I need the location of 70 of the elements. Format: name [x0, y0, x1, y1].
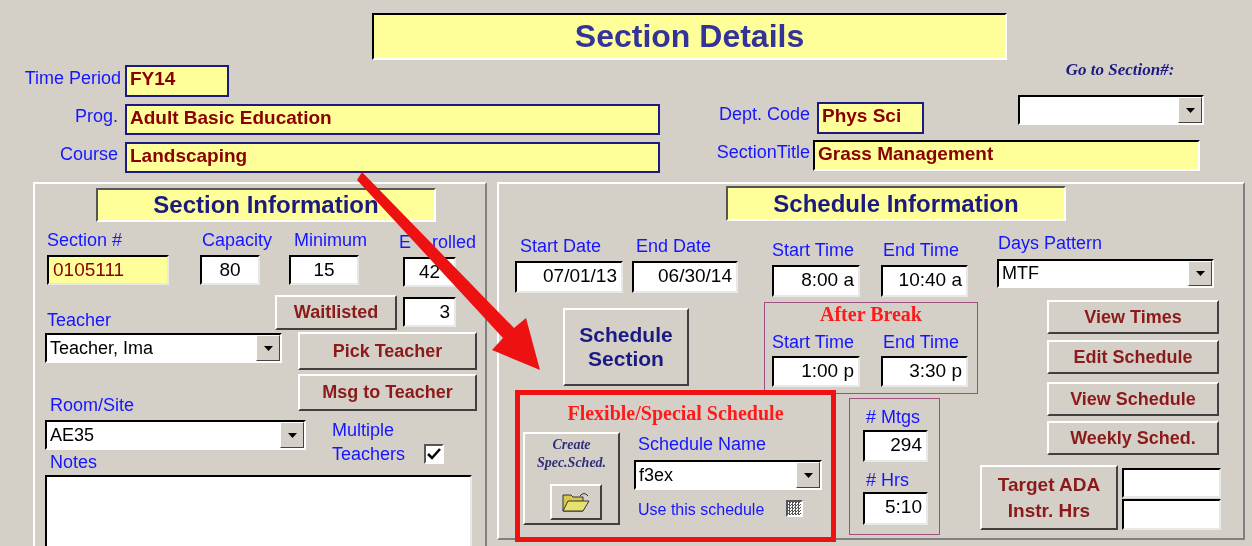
field-label: SectionTitle	[715, 141, 810, 164]
group-title: After Break	[819, 303, 923, 327]
schedule-name-dropdown[interactable]: f3ex	[634, 460, 822, 490]
field-label: Start Time	[772, 331, 856, 354]
text-field[interactable]: 80	[200, 255, 260, 285]
notes-field[interactable]	[45, 475, 472, 546]
field-label: # Hrs	[866, 469, 910, 492]
field-label: Start Date	[520, 235, 603, 258]
field-label: E	[399, 231, 410, 254]
text-field[interactable]: 3	[403, 297, 456, 327]
field-label: Teachers	[332, 443, 407, 466]
action-button[interactable]: View Schedule	[1047, 382, 1219, 416]
action-button[interactable]: Weekly Sched.	[1047, 421, 1219, 455]
text-field[interactable]: 8:00 a	[772, 265, 860, 297]
field-label: Notes	[50, 451, 99, 474]
field-label: Start Time	[772, 239, 856, 262]
text-field[interactable]: 0105111	[47, 255, 169, 285]
action-button[interactable]: Msg to Teacher	[298, 374, 477, 411]
text-field[interactable]: 10:40 a	[881, 265, 968, 297]
panel-title: Schedule Information	[726, 186, 1066, 221]
folder-icon	[561, 491, 591, 513]
text-field[interactable]	[1122, 468, 1221, 498]
field-label: Prog.	[73, 105, 118, 128]
form-title: Section Details	[372, 13, 1007, 60]
field-label: Days Pattern	[998, 232, 1104, 255]
field-label: End Date	[636, 235, 713, 258]
field-label: Time Period	[23, 67, 121, 90]
text-field[interactable]: Phys Sci	[817, 102, 924, 134]
field-label: rolled	[432, 231, 478, 254]
teacher-dropdown[interactable]: Teacher, Ima	[45, 333, 282, 363]
text-field[interactable]: 15	[289, 255, 359, 285]
action-button[interactable]: View Times	[1047, 300, 1219, 334]
text-field[interactable]: 5:10	[863, 492, 928, 525]
waitlisted-button[interactable]: Waitlisted	[275, 295, 397, 330]
text-field[interactable]: FY14	[125, 65, 229, 97]
text-field[interactable]: 06/30/14	[632, 261, 738, 293]
text-field[interactable]: 294	[863, 430, 928, 462]
field-label: End Time	[883, 239, 961, 262]
text-field[interactable]: 3:30 p	[881, 356, 968, 387]
target-ada-button[interactable]: Target ADA Instr. Hrs	[980, 465, 1118, 530]
group-title: Flexible/Special Schedule	[566, 402, 785, 427]
text-field[interactable]	[1122, 499, 1221, 530]
panel-title: Section Information	[96, 188, 436, 222]
days-dropdown[interactable]: MTF	[997, 259, 1214, 288]
field-label: Minimum	[294, 229, 368, 252]
field-label: Teacher	[47, 309, 113, 332]
open-folder-button[interactable]	[550, 484, 602, 520]
field-label: End Time	[883, 331, 961, 354]
schedule-section-button[interactable]: Schedule Section	[563, 308, 689, 386]
text-field[interactable]: Landscaping	[125, 142, 660, 173]
field-label: Room/Site	[50, 394, 136, 417]
field-label: Multiple	[332, 419, 396, 442]
text-field[interactable]: Grass Management	[813, 140, 1200, 171]
checkbox[interactable]	[424, 444, 444, 464]
field-label: Course	[58, 143, 118, 166]
room-dropdown[interactable]: AE35	[45, 420, 306, 450]
goto-label: Go to Section#:	[1064, 60, 1176, 81]
field-label: Capacity	[202, 229, 274, 252]
text-field[interactable]: 1:00 p	[772, 356, 860, 387]
text-field[interactable]: 07/01/13	[515, 261, 623, 293]
field-label: Dept. Code	[717, 103, 810, 126]
text-field[interactable]: Adult Basic Education	[125, 104, 660, 135]
section-dropdown[interactable]	[1018, 95, 1204, 125]
create-label: Create Spec.Sched.	[535, 436, 608, 472]
field-label: Section #	[47, 229, 124, 252]
field-label: # Mtgs	[866, 406, 922, 429]
action-button[interactable]: Edit Schedule	[1047, 340, 1219, 374]
action-button[interactable]: Pick Teacher	[298, 332, 477, 370]
field-label: Schedule Name	[638, 433, 768, 456]
field-label: Use this schedule	[638, 500, 766, 520]
